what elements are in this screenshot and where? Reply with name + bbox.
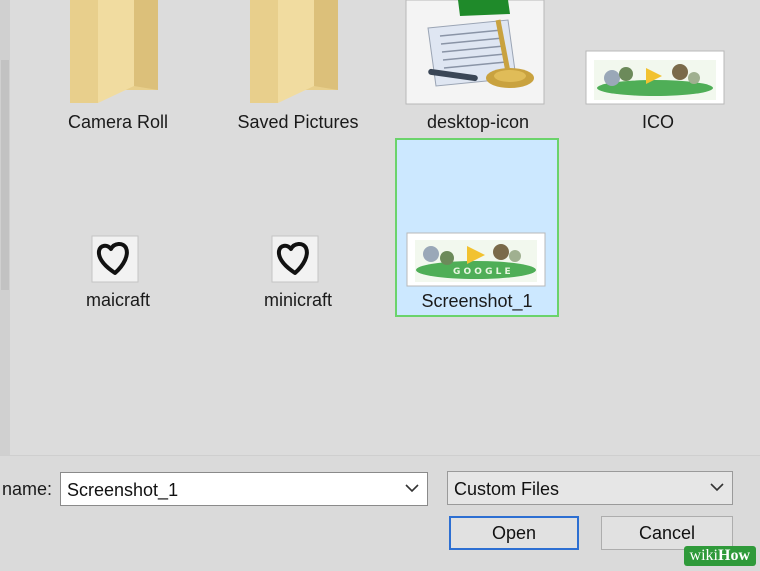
watermark-prefix: wiki	[689, 547, 718, 564]
open-button[interactable]: Open	[449, 516, 579, 550]
chevron-down-icon	[710, 483, 724, 492]
image-thumbnail-icon	[585, 50, 725, 105]
file-label: minicraft	[263, 290, 332, 310]
watermark-suffix: How	[718, 547, 750, 564]
file-type-value: Custom Files	[454, 479, 560, 499]
heart-outline-icon	[271, 235, 319, 283]
heart-outline-icon	[91, 235, 139, 283]
filename-label: name:	[2, 479, 53, 499]
file-item-minicraft[interactable]: minicraft	[218, 235, 378, 315]
file-label: desktop-icon	[426, 112, 530, 132]
file-label: Camera Roll	[67, 112, 169, 132]
scrollbar-thumb[interactable]	[1, 60, 9, 290]
file-item-saved-pictures[interactable]: Saved Pictures	[218, 0, 378, 140]
file-item-screenshot-1[interactable]: G O O G L E Screenshot_1	[395, 138, 559, 317]
file-item-camera-roll[interactable]: Camera Roll	[38, 0, 198, 140]
file-label: Screenshot_1	[421, 291, 533, 311]
file-label: ICO	[641, 112, 674, 132]
file-list-area[interactable]: Camera Roll Saved Pictures desktop-icon	[0, 0, 760, 455]
file-item-desktop-icon[interactable]: desktop-icon	[398, 0, 558, 140]
chevron-down-icon[interactable]	[405, 483, 419, 493]
vertical-scrollbar[interactable]	[0, 0, 10, 455]
folder-icon	[250, 0, 338, 103]
image-thumbnail-icon: G O O G L E	[406, 232, 546, 287]
wikihow-watermark: wikiHow	[683, 546, 756, 566]
svg-text:G O O G L E: G O O G L E	[453, 267, 511, 277]
file-item-maicraft[interactable]: maicraft	[38, 235, 198, 315]
filename-field[interactable]: Screenshot_1	[60, 472, 428, 506]
file-item-ico[interactable]: ICO	[578, 0, 738, 140]
file-label: Saved Pictures	[237, 112, 359, 132]
folder-icon	[70, 0, 158, 103]
file-type-select[interactable]: Custom Files	[447, 471, 733, 505]
filename-value: Screenshot_1	[67, 480, 179, 500]
cancel-button[interactable]: Cancel	[601, 516, 733, 550]
image-thumbnail-icon	[405, 0, 545, 105]
file-label: maicraft	[85, 290, 150, 310]
